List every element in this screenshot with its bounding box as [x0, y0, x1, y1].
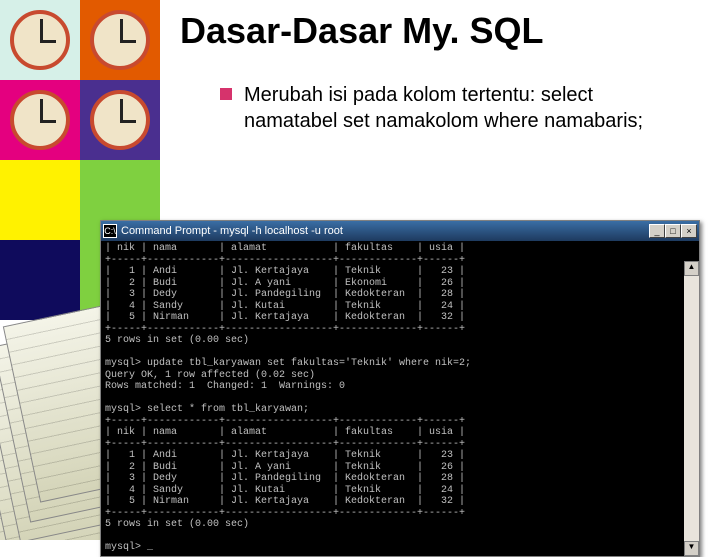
- scroll-up-button[interactable]: ▲: [684, 261, 699, 276]
- bullet-text: Merubah isi pada kolom tertentu: select …: [244, 82, 684, 134]
- window-title: Command Prompt - mysql -h localhost -u r…: [121, 225, 649, 237]
- clock-icon: [90, 10, 150, 70]
- maximize-button[interactable]: □: [665, 224, 681, 238]
- cmd-icon: C:\: [103, 224, 117, 238]
- scroll-down-button[interactable]: ▼: [684, 541, 699, 556]
- close-button[interactable]: ×: [681, 224, 697, 238]
- terminal-output[interactable]: | nik | nama | alamat | fakultas | usia …: [101, 241, 699, 556]
- clock-icon: [90, 90, 150, 150]
- command-prompt-window: C:\ Command Prompt - mysql -h localhost …: [100, 220, 700, 557]
- window-titlebar[interactable]: C:\ Command Prompt - mysql -h localhost …: [101, 221, 699, 241]
- minimize-button[interactable]: _: [649, 224, 665, 238]
- bullet-item: Merubah isi pada kolom tertentu: select …: [220, 82, 700, 134]
- bullet-icon: [220, 88, 232, 100]
- scrollbar[interactable]: ▲ ▼: [684, 261, 699, 556]
- clock-icon: [10, 90, 70, 150]
- clock-icon: [10, 10, 70, 70]
- slide-title: Dasar-Dasar My. SQL: [180, 10, 700, 52]
- scroll-track[interactable]: [684, 276, 699, 541]
